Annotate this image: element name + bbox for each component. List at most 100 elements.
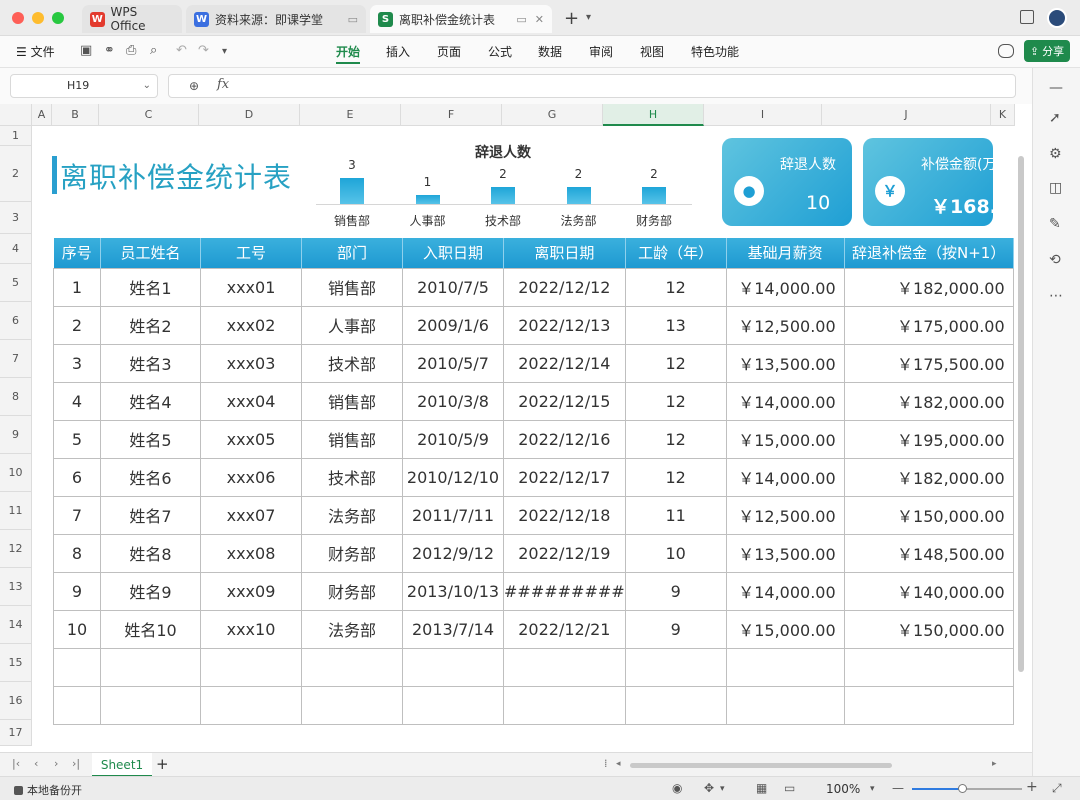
kpi-card-compensation-amount[interactable]: 补偿金额(万 ￥ ￥168.0 (863, 138, 993, 226)
table-cell[interactable]: ￥150,000.00 (843, 609, 1014, 649)
table-cell[interactable]: ￥175,000.00 (843, 305, 1014, 345)
tab-formula[interactable]: 公式 (488, 43, 512, 60)
vertical-scrollbar[interactable] (1016, 126, 1026, 752)
table-cell[interactable]: 销售部 (301, 419, 403, 459)
table-column-header[interactable]: 员工姓名 (100, 238, 201, 268)
column-header-e[interactable]: E (300, 104, 401, 126)
page-view-icon[interactable]: ▭ (784, 781, 795, 795)
table-cell[interactable]: ￥140,000.00 (843, 571, 1014, 611)
table-cell[interactable]: 2010/5/7 (402, 343, 504, 383)
table-cell[interactable]: 法务部 (301, 609, 403, 649)
row-header-12[interactable]: 12 (0, 530, 32, 568)
table-cell[interactable]: xxx01 (200, 267, 302, 307)
tab-home[interactable]: 开始 (336, 43, 360, 60)
scrollbar-thumb[interactable] (1018, 156, 1024, 672)
normal-view-icon[interactable]: ▦ (756, 781, 767, 795)
table-cell[interactable]: 5 (53, 419, 101, 459)
row-header-6[interactable]: 6 (0, 302, 32, 340)
table-column-header[interactable]: 序号 (53, 238, 101, 268)
chevron-down-icon[interactable]: ▾ (222, 46, 227, 57)
more-icon[interactable]: ⋯ (1049, 288, 1063, 304)
table-cell[interactable]: 12 (624, 267, 727, 307)
undo-icon[interactable]: ↶ (176, 43, 187, 58)
table-column-header[interactable]: 工号 (200, 238, 302, 268)
table-cell[interactable]: 11 (624, 495, 727, 535)
table-cell[interactable]: ￥14,000.00 (725, 267, 845, 307)
table-cell[interactable] (402, 647, 504, 687)
table-cell[interactable]: ￥14,000.00 (725, 571, 845, 611)
table-cell[interactable]: 2009/1/6 (402, 305, 504, 345)
table-cell[interactable]: xxx02 (200, 305, 302, 345)
table-cell[interactable]: 2010/7/5 (402, 267, 504, 307)
row-header-8[interactable]: 8 (0, 378, 32, 416)
table-cell[interactable]: xxx06 (200, 457, 302, 497)
table-cell[interactable]: ￥148,500.00 (843, 533, 1014, 573)
tab-source-doc[interactable]: W 资料来源：即课学堂 ▭ (186, 5, 366, 33)
table-cell[interactable]: xxx10 (200, 609, 302, 649)
table-column-header[interactable]: 离职日期 (503, 238, 626, 268)
first-sheet-icon[interactable]: |‹ (12, 757, 20, 770)
table-cell[interactable]: ￥175,500.00 (843, 343, 1014, 383)
tab-wps-office[interactable]: W WPS Office (82, 5, 182, 33)
close-window-button[interactable] (12, 12, 24, 24)
table-cell[interactable] (843, 647, 1014, 687)
chevron-down-icon[interactable]: ⌄ (143, 75, 151, 97)
table-cell[interactable]: 2022/12/16 (503, 419, 626, 459)
tab-data[interactable]: 数据 (538, 43, 562, 60)
zoom-out-icon[interactable]: — (892, 781, 904, 795)
row-header-3[interactable]: 3 (0, 202, 32, 234)
column-header-d[interactable]: D (199, 104, 300, 126)
zoom-level[interactable]: 100% (826, 782, 860, 796)
table-cell[interactable] (301, 647, 403, 687)
column-header-j[interactable]: J (822, 104, 991, 126)
link-icon[interactable]: ⚭ (104, 43, 115, 58)
table-cell[interactable]: 3 (53, 343, 101, 383)
close-tab-icon[interactable]: ✕ (535, 13, 544, 26)
table-cell[interactable]: 姓名5 (100, 419, 201, 459)
tab-insert[interactable]: 插入 (386, 43, 410, 60)
table-cell[interactable] (624, 685, 727, 725)
row-header-13[interactable]: 13 (0, 568, 32, 606)
table-cell[interactable]: 2010/12/10 (402, 457, 504, 497)
table-cell[interactable]: 技术部 (301, 343, 403, 383)
print-preview-icon[interactable]: ⌕ (150, 43, 157, 58)
table-column-header[interactable]: 工龄（年） (625, 238, 727, 268)
table-cell[interactable] (843, 685, 1014, 725)
table-cell[interactable]: 9 (53, 571, 101, 611)
row-header-11[interactable]: 11 (0, 492, 32, 530)
avatar[interactable] (1047, 8, 1067, 28)
zoom-window-button[interactable] (52, 12, 64, 24)
table-cell[interactable]: 9 (624, 609, 727, 649)
row-header-17[interactable]: 17 (0, 720, 32, 746)
table-cell[interactable]: 13 (624, 305, 727, 345)
table-cell[interactable]: xxx09 (200, 571, 302, 611)
table-cell[interactable]: ######### (503, 571, 626, 611)
format-icon[interactable]: ◫ (1049, 180, 1062, 196)
name-box[interactable]: H19 ⌄ (10, 74, 158, 98)
row-header-7[interactable]: 7 (0, 340, 32, 378)
table-cell[interactable]: ￥14,000.00 (725, 457, 845, 497)
fullscreen-icon[interactable]: ⤢ (1052, 781, 1062, 796)
row-header-15[interactable]: 15 (0, 644, 32, 682)
row-header-16[interactable]: 16 (0, 682, 32, 720)
table-cell[interactable] (200, 685, 302, 725)
add-sheet-button[interactable]: + (156, 755, 169, 773)
table-cell[interactable]: 7 (53, 495, 101, 535)
tab-page[interactable]: 页面 (437, 43, 461, 60)
table-cell[interactable]: 姓名7 (100, 495, 201, 535)
table-cell[interactable]: ￥12,500.00 (725, 305, 845, 345)
last-sheet-icon[interactable]: ›| (72, 757, 80, 770)
chevron-down-icon[interactable]: ▾ (586, 12, 591, 23)
table-cell[interactable]: 技术部 (301, 457, 403, 497)
table-cell[interactable]: 销售部 (301, 267, 403, 307)
table-column-header[interactable]: 辞退补偿金（按N+1） (844, 238, 1014, 268)
chevron-down-icon[interactable]: ▾ (870, 784, 875, 794)
table-cell[interactable]: 9 (624, 571, 727, 611)
chart-bar[interactable] (642, 186, 666, 204)
column-header-c[interactable]: C (99, 104, 199, 126)
table-cell[interactable]: 姓名8 (100, 533, 201, 573)
table-cell[interactable] (725, 685, 845, 725)
insert-function-icon[interactable]: fx (217, 77, 229, 92)
table-cell[interactable] (53, 647, 101, 687)
table-cell[interactable]: 姓名9 (100, 571, 201, 611)
